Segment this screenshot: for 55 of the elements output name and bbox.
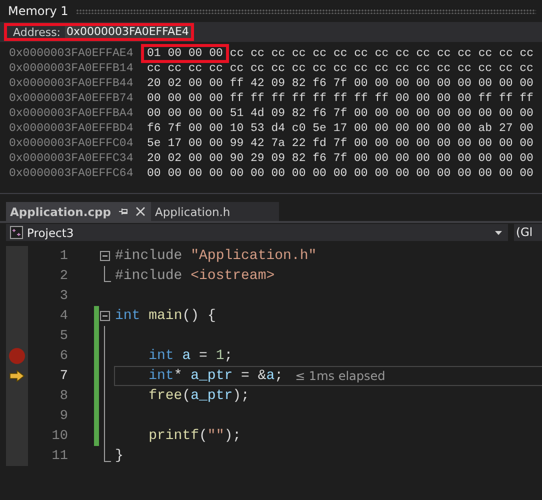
memory-address: 0x0000003FA0EFFB74 (9, 92, 134, 105)
line-number: 3 (58, 288, 68, 304)
address-field[interactable]: 0x0000003FA0EFFAE4 (64, 26, 191, 38)
memory-address: 0x0000003FA0EFFC04 (9, 137, 134, 150)
line-number: 10 (50, 428, 68, 444)
memory-bytes: 00 00 00 00 00 00 00 00 00 00 00 00 00 00 00 00 00 00 00 (146, 167, 534, 180)
scope-dropdown[interactable]: (Gl (514, 224, 542, 241)
elapsed-hint: ≤ 1ms elapsed (295, 369, 386, 383)
collapse-icon[interactable] (100, 311, 110, 321)
memory-bytes: 5e 17 00 00 99 42 7a 22 fd 7f 00 00 00 00 00 00 00 00 00 (146, 137, 534, 150)
file-tab[interactable]: Application.h (151, 202, 280, 221)
line-number: 2 (58, 268, 68, 284)
memory-bytes: 20 02 00 00 ff 42 09 82 f6 7f 00 00 00 00 00 00 00 00 00 (146, 77, 534, 90)
file-tab[interactable]: Application.cpp (6, 202, 152, 221)
fold-end-icon (104, 266, 111, 282)
project-icon (10, 226, 23, 239)
line-number: 9 (58, 408, 68, 424)
code-line: free(a_ptr); (148, 388, 250, 404)
memory-bytes: cc cc cc cc cc cc cc cc cc cc cc cc cc cc cc (228, 47, 535, 60)
pin-icon[interactable] (119, 207, 128, 216)
collapse-icon[interactable] (100, 251, 110, 261)
memory-bytes: 20 02 00 00 90 29 09 82 f6 7f 00 00 00 00 00 00 00 00 00 (146, 152, 534, 165)
line-number: 4 (58, 308, 68, 324)
close-icon[interactable] (136, 207, 146, 216)
fold-end-icon (104, 446, 111, 462)
address-label: Address: (13, 26, 61, 38)
memory-address: 0x0000003FA0EFFBD4 (9, 122, 134, 135)
code-line: #include <iostream> (115, 268, 275, 284)
arrow-icon (9, 370, 25, 382)
code-line: printf(""); (148, 428, 242, 444)
line-number: 8 (58, 388, 68, 404)
code-line: #include "Application.h" (115, 248, 317, 264)
memory-bytes: 00 00 00 00 ff ff ff ff ff ff ff ff 00 00 00 00 ff ff ff (146, 92, 534, 105)
highlighted-bytes: 01 00 00 00 (144, 47, 226, 60)
caret-icon (495, 230, 502, 234)
code-line: } (115, 448, 124, 464)
line-number: 7 (58, 368, 68, 384)
code-line: int a = 1; (148, 348, 233, 364)
memory-address: 0x0000003FA0EFFB44 (9, 77, 134, 90)
memory-address: 0x0000003FA0EFFC64 (9, 167, 134, 180)
line-number: 11 (50, 448, 68, 464)
code-line: int* a_ptr = &a; (148, 368, 284, 384)
line-number: 1 (58, 248, 68, 264)
memory-bytes: f6 7f 00 00 10 53 d4 c0 5e 17 00 00 00 00 00 00 ab 27 00 (146, 122, 534, 135)
memory-bytes: cc cc cc cc cc cc cc cc cc cc cc cc cc cc cc cc cc cc cc (146, 62, 534, 75)
window-title: Memory 1 (8, 4, 68, 18)
memory-address: 0x0000003FA0EFFC34 (9, 152, 134, 165)
memory-bytes: 00 00 00 00 51 4d 09 82 f6 7f 00 00 00 00 00 00 00 00 00 (146, 107, 534, 120)
memory-address: 0x0000003FA0EFFAE4 (9, 47, 134, 60)
memory-address: 0x0000003FA0EFFBA4 (9, 107, 134, 120)
code-line: int main() { (115, 308, 216, 324)
line-number: 5 (58, 328, 68, 344)
project-dropdown[interactable]: Project3 (6, 224, 508, 241)
memory-address: 0x0000003FA0EFFB14 (9, 62, 134, 75)
line-number: 6 (58, 348, 68, 364)
